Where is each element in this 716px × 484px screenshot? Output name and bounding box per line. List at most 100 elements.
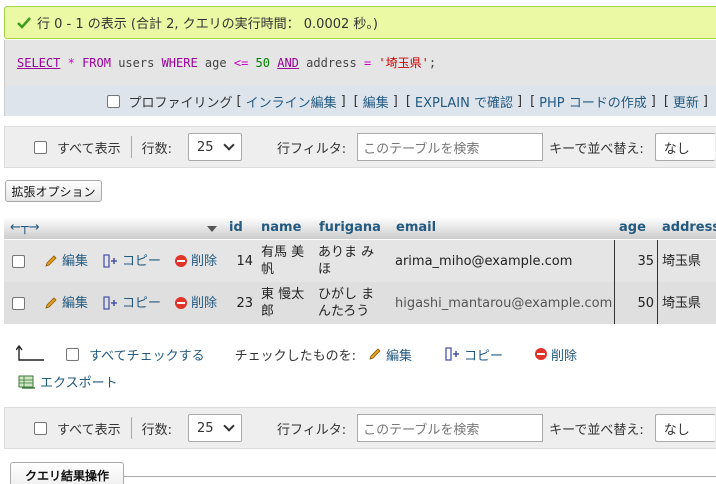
sql-operator: = — [363, 56, 372, 70]
column-header-furigana[interactable]: furigana — [315, 217, 381, 239]
delete-icon — [535, 348, 547, 360]
php-code-link[interactable]: PHP コードの作成 — [539, 92, 647, 111]
copy-label: コピー — [122, 295, 162, 311]
cell-id: 14 — [236, 253, 253, 269]
sql-operator: <= — [233, 56, 249, 70]
column-header-name[interactable]: name — [257, 217, 301, 239]
sort-select[interactable]: なし — [654, 133, 715, 161]
dropdown-triangle-icon — [207, 226, 217, 232]
sort-select[interactable]: なし — [654, 414, 715, 442]
furigana-line: ほ — [318, 262, 332, 277]
sort-dropdown[interactable] — [206, 217, 218, 239]
sql-semicolon: ; — [428, 56, 437, 70]
cell-furigana: ありま みほ — [318, 240, 390, 282]
furigana-line: んたろう — [318, 304, 370, 319]
profiling-checkbox[interactable] — [107, 94, 121, 108]
explain-link[interactable]: EXPLAIN で確認 — [415, 92, 513, 111]
sql-column: age — [204, 56, 227, 70]
furigana-line: ありま み — [318, 245, 375, 260]
sort-value: なし — [663, 141, 690, 157]
name-line: 郎 — [261, 304, 275, 319]
column-header-age[interactable]: age — [615, 217, 646, 239]
row-checkbox[interactable] — [12, 254, 25, 268]
delete-icon — [175, 255, 187, 267]
sql-keyword: WHERE — [161, 56, 198, 70]
copy-icon — [103, 296, 117, 310]
cell-age: 35 — [637, 253, 654, 269]
cell-email: arima_miho@example.com — [395, 253, 573, 269]
inline-edit-link[interactable]: インライン編集 — [246, 92, 337, 111]
cell-furigana: ひがし まんたろう — [318, 282, 390, 324]
sql-star: * — [67, 56, 75, 70]
sql-keyword: FROM — [82, 56, 111, 70]
sql-query-box: SELECT * FROM users WHERE age <= 50 AND … — [4, 40, 716, 86]
filter-input[interactable]: このテーブルを検索 — [357, 414, 544, 442]
show-all-label: すべて表示 — [57, 422, 121, 438]
copy-icon — [103, 254, 117, 268]
refresh-link[interactable]: 更新 — [673, 92, 699, 111]
rows-select[interactable]: 25 — [187, 133, 242, 161]
name-line: 帆 — [261, 262, 275, 277]
copy-icon — [445, 347, 459, 361]
bulk-copy-button[interactable]: コピー — [444, 345, 503, 364]
column-header-email[interactable]: email — [392, 217, 436, 239]
column-resize-arrows[interactable]: ←┬→ — [6, 217, 40, 239]
navigation-bar-top: すべて表示 行数: 25 行フィルタ: このテーブルを検索 キーで並べ替え: な… — [4, 126, 716, 168]
copy-action[interactable]: コピー — [102, 295, 161, 312]
sql-number: 50 — [255, 56, 270, 70]
chevron-down-icon — [223, 420, 235, 432]
table-row: 編集 コピー 削除 23 東 慢太郎 ひがし まんたろう higashi_man… — [4, 282, 716, 324]
rows-select[interactable]: 25 — [187, 414, 242, 442]
delete-action[interactable]: 削除 — [175, 295, 217, 312]
filter-input[interactable]: このテーブルを検索 — [357, 133, 544, 161]
bulk-edit-label: 編集 — [385, 348, 412, 364]
pencil-icon — [369, 348, 381, 360]
copy-action[interactable]: コピー — [102, 253, 161, 270]
filter-label: 行フィルタ: — [276, 422, 347, 438]
export-action[interactable]: エクスポート — [18, 372, 118, 391]
chevron-down-icon — [223, 139, 235, 151]
column-header-address[interactable]: address — [658, 217, 716, 239]
rows-value: 25 — [196, 139, 214, 155]
sort-label: キーで並べ替え: — [549, 141, 644, 157]
with-selected-label: チェックしたものを: — [234, 348, 356, 364]
query-results-operations-legend: クエリ結果操作 — [10, 462, 124, 484]
query-toolbar: プロファイリング [インライン編集] [編集] [EXPLAIN で確認] [P… — [4, 86, 716, 116]
delete-label: 削除 — [191, 295, 218, 311]
fieldset-border — [124, 476, 716, 477]
edit-label: 編集 — [62, 253, 89, 269]
column-header-id[interactable]: id — [225, 217, 243, 239]
sql-string: '埼玉県' — [378, 56, 429, 70]
check-icon — [17, 16, 31, 29]
edit-action[interactable]: 編集 — [44, 295, 88, 312]
export-icon — [18, 375, 35, 389]
cell-address: 埼玉県 — [662, 253, 702, 269]
rows-value: 25 — [196, 420, 214, 436]
edit-link[interactable]: 編集 — [363, 92, 389, 111]
furigana-line: ひがし ま — [318, 287, 375, 302]
cell-name: 東 慢太郎 — [261, 282, 313, 324]
sql-keyword[interactable]: SELECT — [17, 56, 60, 70]
bulk-delete-button[interactable]: 削除 — [535, 345, 577, 364]
sql-table: users — [118, 56, 155, 70]
cell-id: 23 — [236, 295, 253, 311]
show-all-label: すべて表示 — [57, 141, 121, 157]
show-all-checkbox[interactable] — [34, 140, 47, 154]
export-link[interactable]: エクスポート — [40, 372, 118, 391]
check-all-link[interactable]: すべてチェックする — [89, 345, 205, 364]
profiling-label: プロファイリング — [128, 95, 233, 111]
cell-email: higashi_mantarou@example.com — [395, 295, 613, 311]
name-line: 有馬 美 — [261, 245, 305, 260]
edit-label: 編集 — [62, 295, 89, 311]
delete-label: 削除 — [191, 253, 218, 269]
bulk-edit-button[interactable]: 編集 — [368, 345, 412, 364]
extend-options-button[interactable]: 拡張オプション — [5, 180, 102, 202]
delete-action[interactable]: 削除 — [175, 253, 217, 270]
sql-keyword[interactable]: AND — [277, 56, 299, 70]
check-all-checkbox[interactable] — [66, 347, 79, 361]
row-checkbox[interactable] — [12, 296, 25, 310]
edit-action[interactable]: 編集 — [44, 253, 88, 270]
name-line: 東 慢太 — [261, 287, 305, 302]
show-all-checkbox[interactable] — [34, 421, 47, 435]
bulk-copy-label: コピー — [463, 348, 503, 364]
